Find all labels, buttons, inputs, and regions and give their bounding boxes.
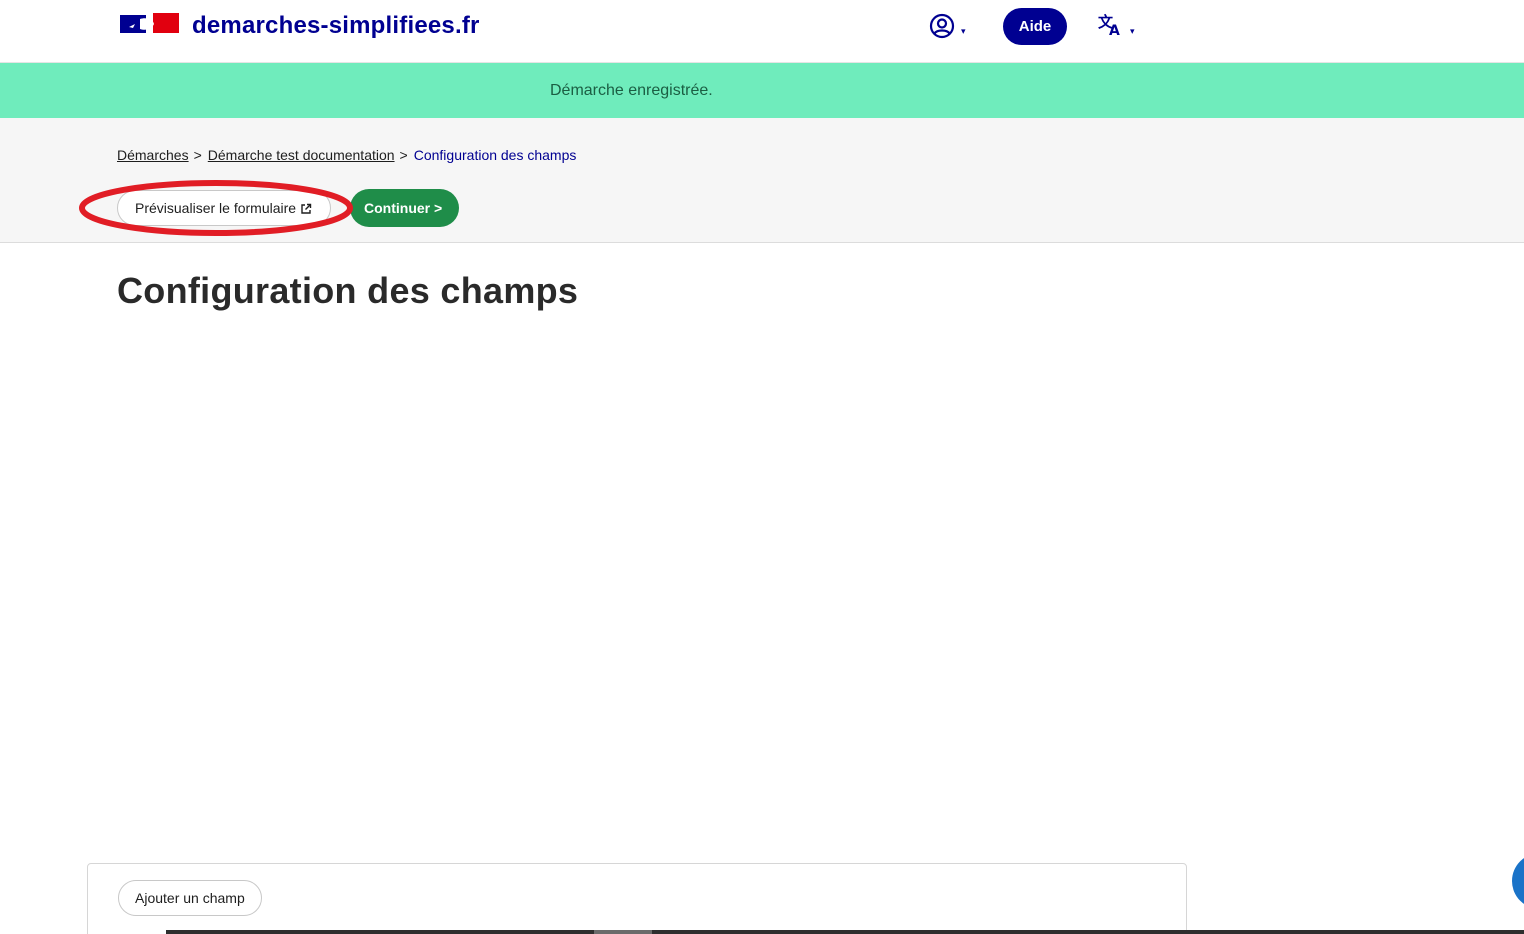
breadcrumb-current: Configuration des champs bbox=[413, 147, 577, 163]
user-menu[interactable]: ▾ bbox=[926, 12, 972, 42]
flash-notice: Démarche enregistrée. bbox=[0, 63, 1524, 118]
scrollbar-thumb[interactable] bbox=[594, 930, 652, 934]
breadcrumb-link-procedure[interactable]: Démarche test documentation bbox=[208, 147, 395, 163]
external-link-icon bbox=[301, 203, 312, 214]
preview-form-button[interactable]: Prévisualiser le formulaire bbox=[117, 190, 332, 226]
site-brand-link[interactable]: demarches-simplifiees.fr bbox=[192, 12, 480, 40]
translate-icon: 文 A bbox=[1098, 13, 1120, 38]
marianne-flag-icon bbox=[120, 13, 179, 33]
breadcrumb: Démarches > Démarche test documentation > Co… bbox=[117, 147, 576, 163]
svg-text:A: A bbox=[1109, 23, 1120, 38]
fields-editor-panel: Ajouter un champ bbox=[87, 863, 1187, 934]
chevron-down-icon: ▾ bbox=[1130, 26, 1135, 36]
horizontal-scrollbar[interactable] bbox=[166, 930, 1524, 934]
page-title: Configuration des champs bbox=[117, 270, 579, 311]
user-circle-icon bbox=[929, 13, 955, 39]
chat-help-bubble[interactable] bbox=[1512, 853, 1524, 909]
breadcrumb-separator: > bbox=[193, 147, 202, 163]
breadcrumb-separator: > bbox=[399, 147, 408, 163]
help-button[interactable]: Aide bbox=[1003, 8, 1067, 45]
preview-form-label: Prévisualiser le formulaire bbox=[135, 200, 297, 216]
language-menu[interactable]: 文 A ▾ bbox=[1097, 12, 1143, 42]
continue-button[interactable]: Continuer > bbox=[350, 189, 460, 227]
chevron-down-icon: ▾ bbox=[961, 26, 966, 36]
flash-message: Démarche enregistrée. bbox=[550, 82, 713, 99]
procedure-subheader: Démarches > Démarche test documentation > Co… bbox=[0, 118, 1524, 243]
add-field-button[interactable]: Ajouter un champ bbox=[118, 880, 262, 916]
site-header: demarches-simplifiees.fr ▾ Aide 文 A ▾ bbox=[0, 0, 1524, 63]
breadcrumb-link-demarches[interactable]: Démarches bbox=[117, 147, 189, 163]
